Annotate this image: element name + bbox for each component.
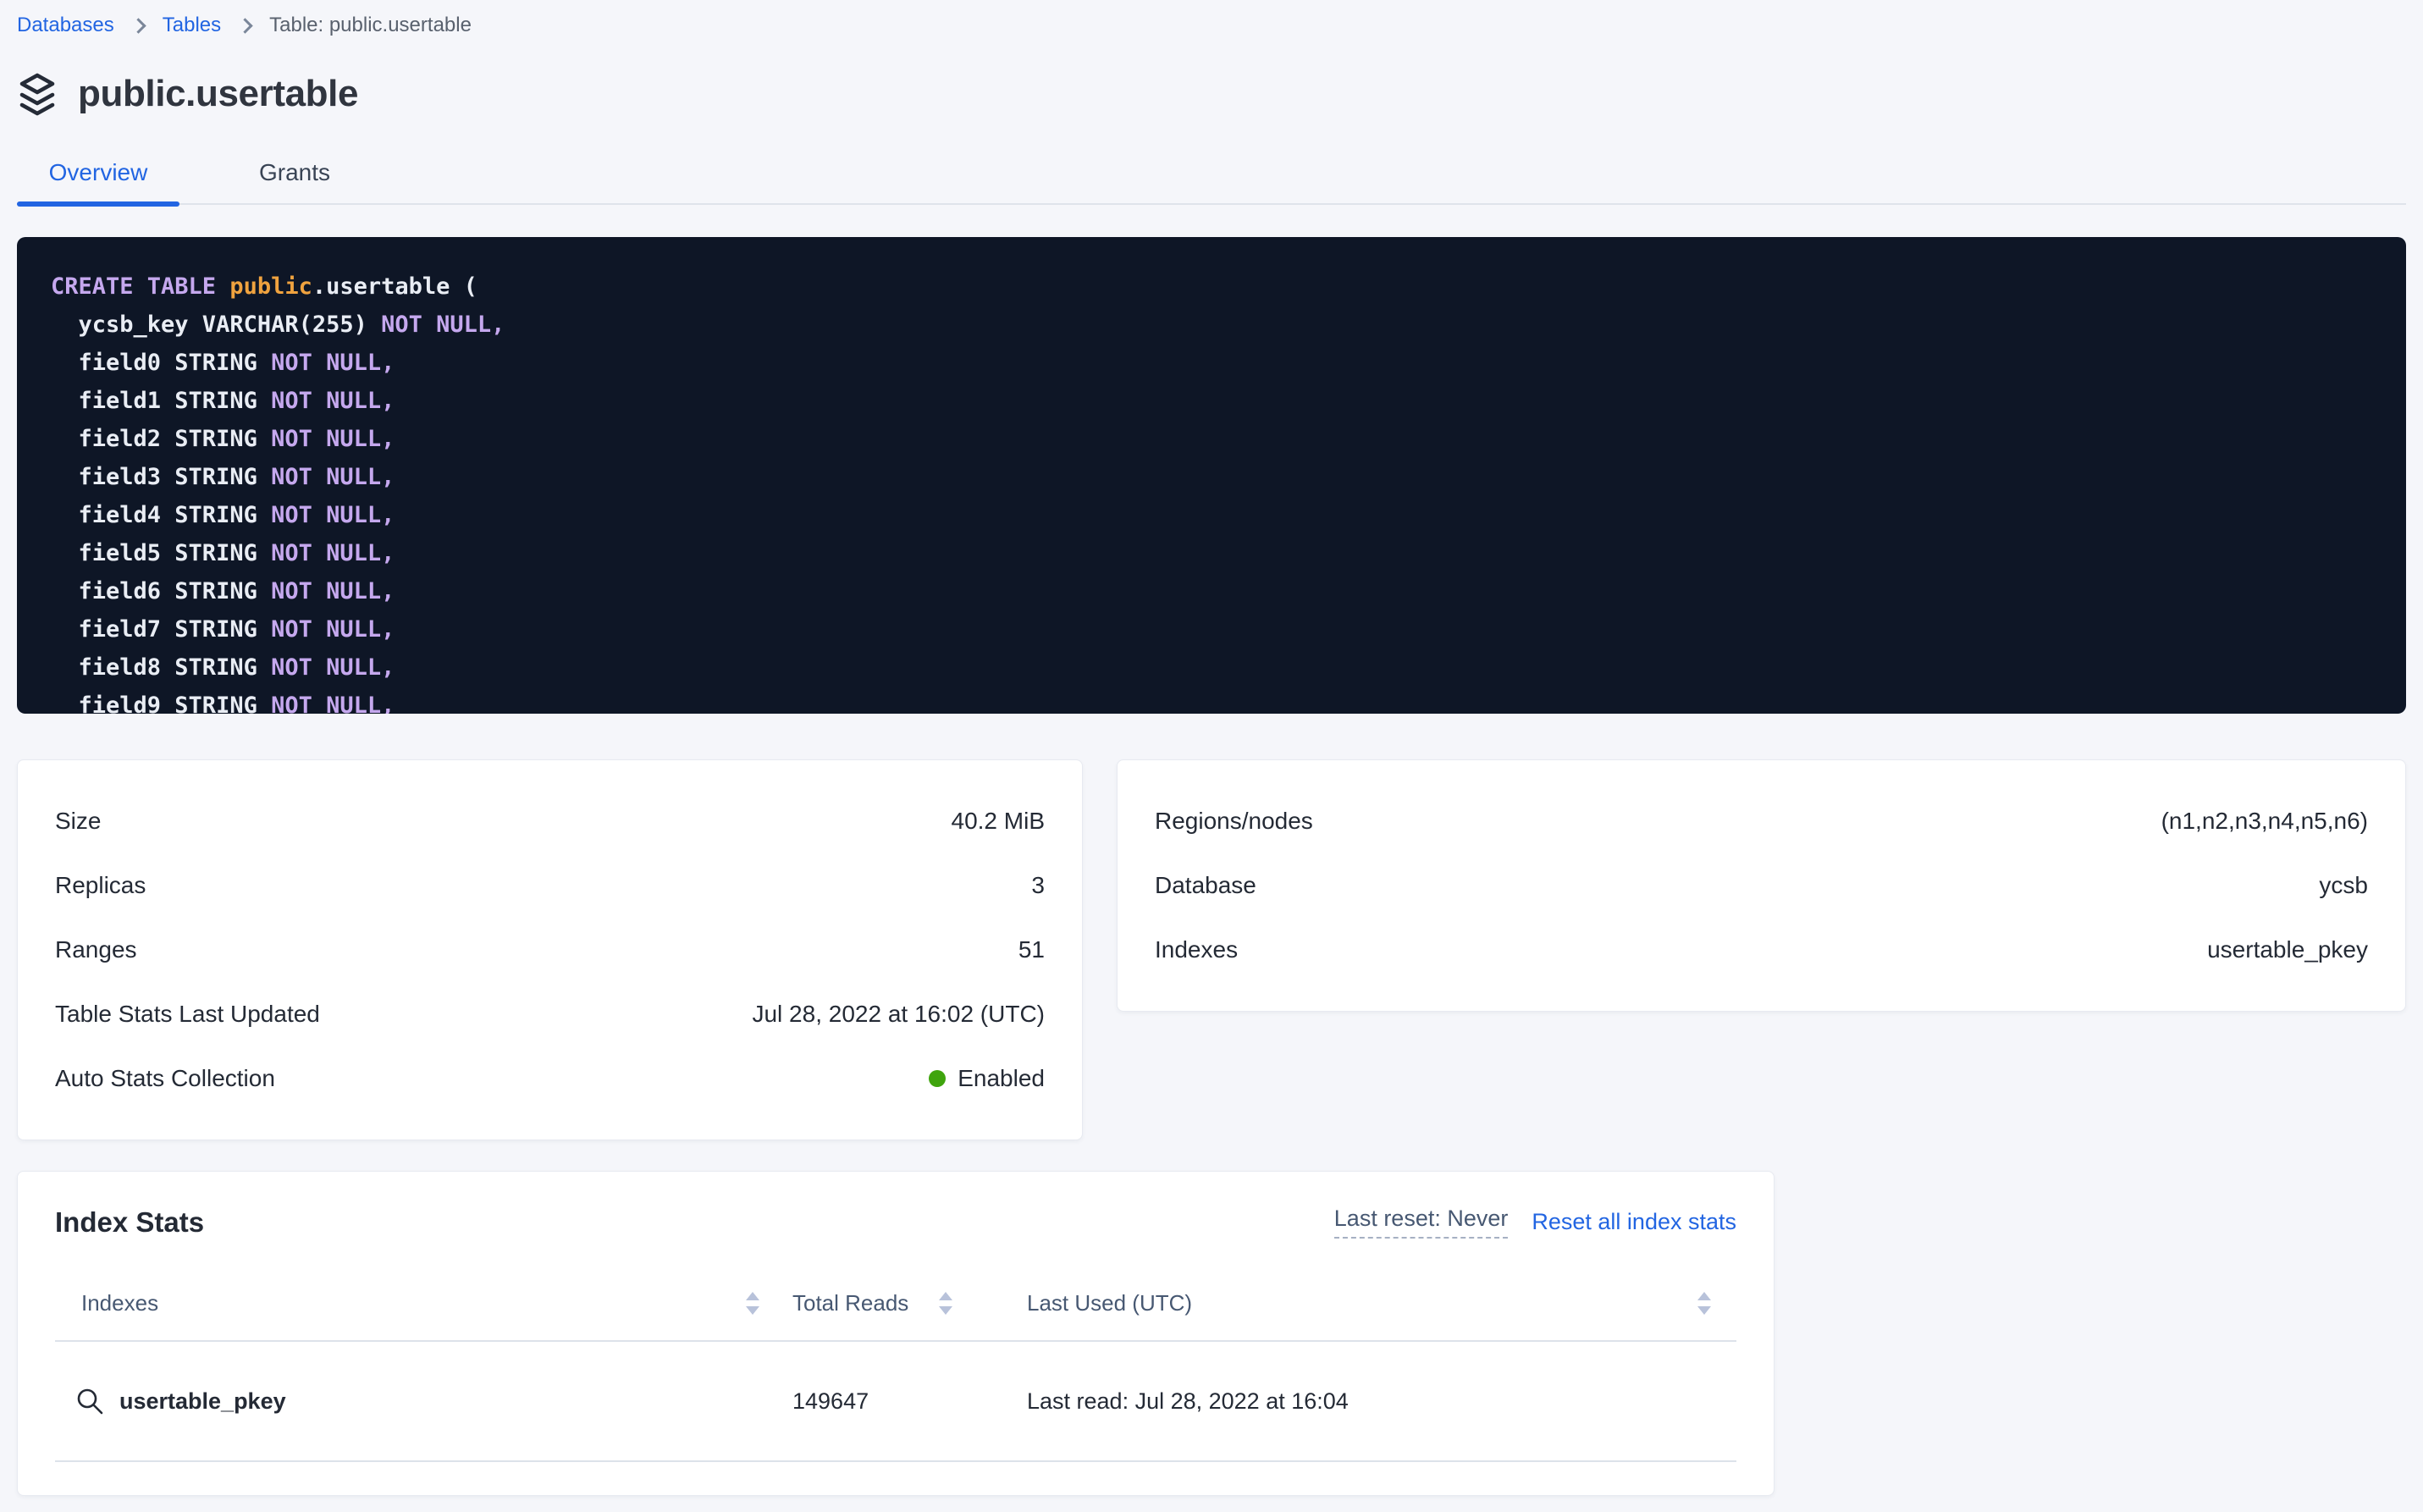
- create-table-statement: CREATE TABLE public.usertable ( ycsb_key…: [17, 237, 2406, 714]
- sql-code-line: field8 STRING NOT NULL,: [51, 648, 2372, 687]
- status-dot-icon: [929, 1070, 946, 1087]
- stat-row: Auto Stats Collection Enabled: [55, 1046, 1045, 1111]
- index-name: usertable_pkey: [119, 1388, 286, 1415]
- stat-row: Size 40.2 MiB: [55, 789, 1045, 853]
- column-header-last-used[interactable]: Last Used (UTC): [1027, 1290, 1192, 1316]
- stat-row: Database ycsb: [1155, 853, 2368, 918]
- sort-icon[interactable]: [746, 1292, 759, 1315]
- breadcrumb: Databases Tables Table: public.usertable: [17, 0, 2406, 37]
- index-stats-table-body: usertable_pkey 149647Last read: Jul 28, 2…: [55, 1342, 1736, 1462]
- last-used-cell: Last read: Jul 28, 2022 at 16:04: [996, 1388, 1736, 1415]
- stat-row: Regions/nodes (n1,n2,n3,n4,n5,n6): [1155, 789, 2368, 853]
- stat-label: Database: [1155, 872, 1256, 899]
- sql-code-line: field3 STRING NOT NULL,: [51, 458, 2372, 496]
- table-details-page: Databases Tables Table: public.usertable…: [0, 0, 2423, 1512]
- stat-label: Indexes: [1155, 936, 1238, 963]
- stat-value: ycsb: [2319, 872, 2368, 899]
- column-header-total-reads[interactable]: Total Reads: [792, 1290, 908, 1316]
- index-name-cell[interactable]: usertable_pkey: [55, 1387, 766, 1415]
- sort-icon[interactable]: [1697, 1292, 1711, 1315]
- tab-bar: Overview Grants: [17, 151, 2406, 205]
- stat-row: Table Stats Last Updated Jul 28, 2022 at …: [55, 982, 1045, 1046]
- breadcrumb-current-table: Table: public.usertable: [269, 14, 472, 37]
- chevron-right-icon: [130, 18, 146, 33]
- breadcrumb-tables[interactable]: Tables: [163, 14, 221, 37]
- sort-icon[interactable]: [939, 1292, 952, 1315]
- tab-overview[interactable]: Overview: [17, 151, 179, 203]
- sql-code-line: field9 STRING NOT NULL,: [51, 687, 2372, 714]
- stat-value: usertable_pkey: [2207, 936, 2368, 963]
- chevron-right-icon: [237, 18, 252, 33]
- table-stats-card: Size 40.2 MiB Replicas 3 Ranges 51 Table Stats…: [17, 759, 1083, 1140]
- index-stats-card: Index Stats Last reset: Never Reset all …: [17, 1171, 1774, 1496]
- sql-code-line: CREATE TABLE public.usertable (: [51, 268, 2372, 306]
- index-stats-title: Index Stats: [55, 1206, 204, 1239]
- sql-code-line: field5 STRING NOT NULL,: [51, 534, 2372, 572]
- stat-value: 3: [1031, 872, 1045, 899]
- stat-label: Table Stats Last Updated: [55, 1001, 320, 1028]
- index-stats-table-header: Indexes Total Reads Last Used (UTC): [55, 1266, 1736, 1340]
- stat-value: Enabled: [929, 1065, 1045, 1092]
- table-meta-card: Regions/nodes (n1,n2,n3,n4,n5,n6) Database…: [1117, 759, 2406, 1012]
- magnifier-icon: [75, 1387, 104, 1415]
- stat-row: Indexes usertable_pkey: [1155, 918, 2368, 982]
- stat-row: Ranges 51: [55, 918, 1045, 982]
- stat-label: Auto Stats Collection: [55, 1065, 275, 1092]
- stat-value: 51: [1018, 936, 1045, 963]
- breadcrumb-databases[interactable]: Databases: [17, 14, 114, 37]
- stat-label: Size: [55, 808, 101, 835]
- sql-code-line: field0 STRING NOT NULL,: [51, 344, 2372, 382]
- last-reset-label: Last reset: Never: [1334, 1206, 1509, 1239]
- sql-code-line: field7 STRING NOT NULL,: [51, 610, 2372, 648]
- sql-code-line: field1 STRING NOT NULL,: [51, 382, 2372, 420]
- stat-row: Replicas 3: [55, 853, 1045, 918]
- page-title-row: public.usertable: [17, 71, 2406, 117]
- stat-value: Jul 28, 2022 at 16:02 (UTC): [752, 1001, 1045, 1028]
- stat-label: Ranges: [55, 936, 137, 963]
- stat-label: Regions/nodes: [1155, 808, 1313, 835]
- total-reads-cell: 149647: [766, 1388, 996, 1415]
- sql-code-line: field6 STRING NOT NULL,: [51, 572, 2372, 610]
- column-header-indexes[interactable]: Indexes: [81, 1290, 158, 1316]
- row-divider: [55, 1460, 1736, 1462]
- stat-value: 40.2 MiB: [952, 808, 1046, 835]
- index-stats-row: usertable_pkey 149647Last read: Jul 28, 2…: [55, 1342, 1736, 1460]
- table-detail-cards: Size 40.2 MiB Replicas 3 Ranges 51 Table Stats…: [17, 759, 2406, 1140]
- page-title: public.usertable: [78, 73, 358, 115]
- stat-label: Replicas: [55, 872, 146, 899]
- tab-grants[interactable]: Grants: [218, 151, 371, 203]
- sql-code-line: ycsb_key VARCHAR(255) NOT NULL,: [51, 306, 2372, 344]
- sql-code-line: field4 STRING NOT NULL,: [51, 496, 2372, 534]
- stat-value: (n1,n2,n3,n4,n5,n6): [2161, 808, 2368, 835]
- sql-code-line: field2 STRING NOT NULL,: [51, 420, 2372, 458]
- reset-all-index-stats-link[interactable]: Reset all index stats: [1532, 1209, 1736, 1235]
- table-stack-icon: [17, 71, 58, 117]
